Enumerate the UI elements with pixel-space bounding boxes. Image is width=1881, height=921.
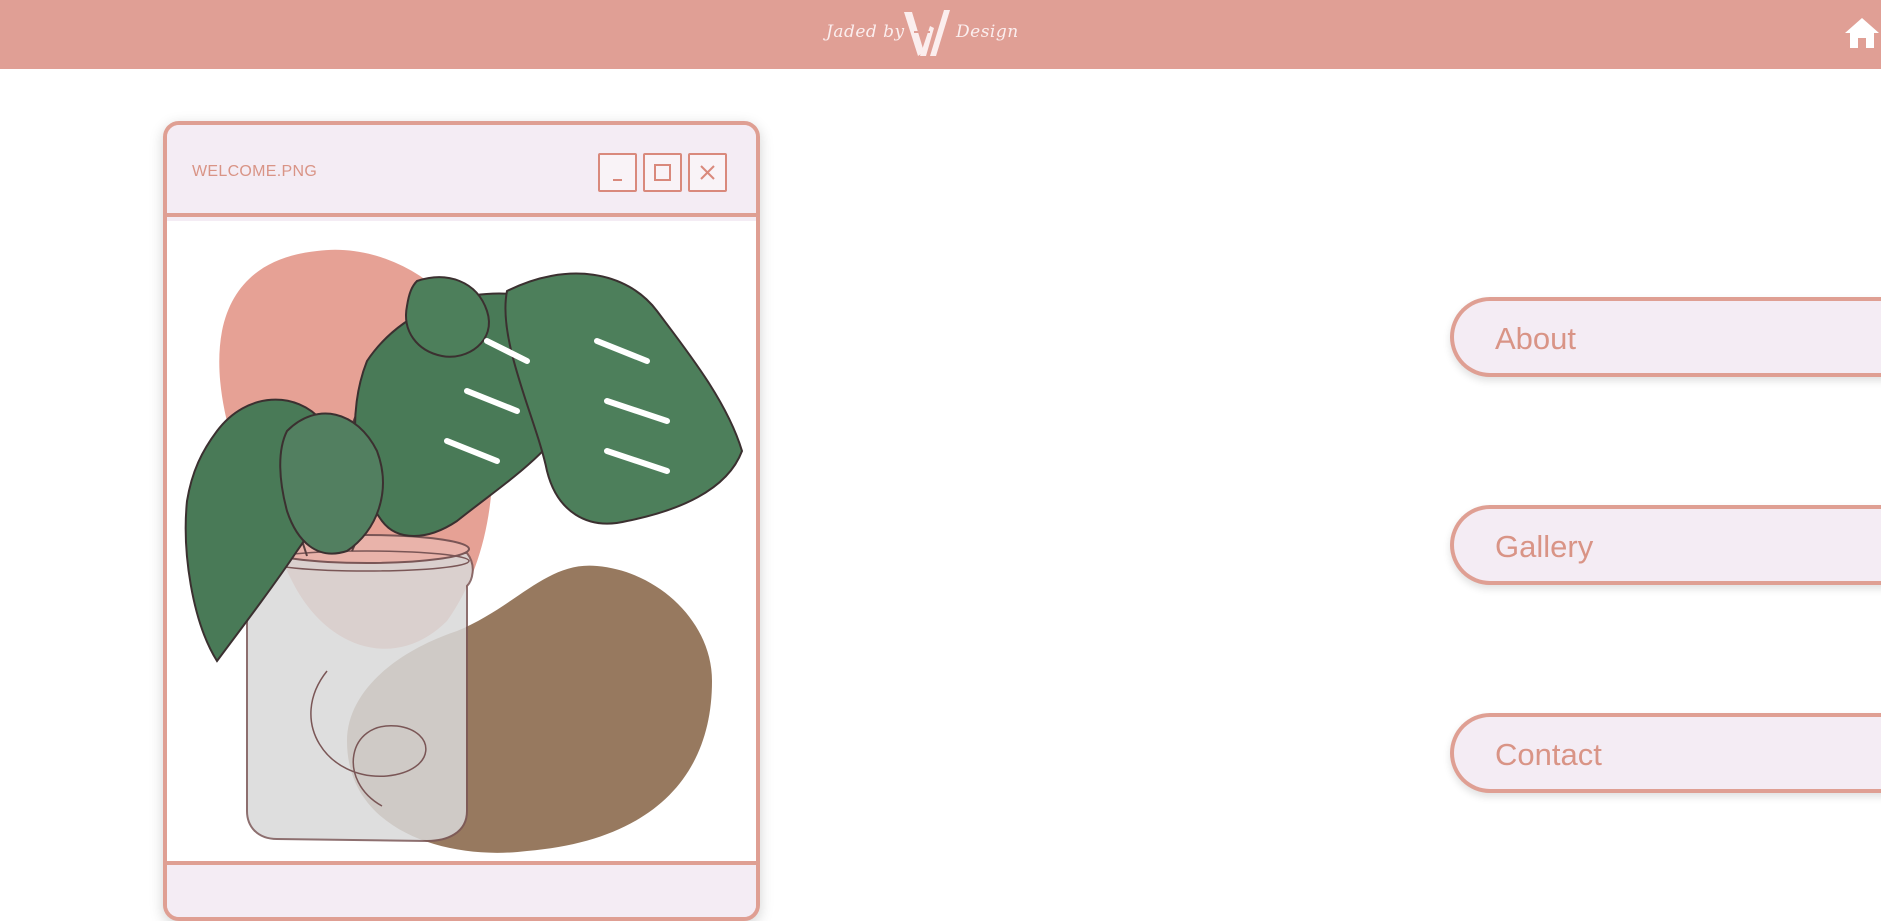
nav-gallery-label: Gallery (1495, 529, 1594, 564)
close-icon (700, 165, 715, 180)
maximize-icon (654, 164, 671, 181)
window-titlebar[interactable]: WELCOME.PNG (167, 125, 756, 217)
window-footer (167, 869, 756, 917)
plant-illustration (184, 249, 744, 853)
nav-about-label: About (1495, 321, 1577, 356)
logo-monogram-icon (904, 10, 950, 56)
window-title: WELCOME.PNG (192, 163, 318, 180)
home-icon[interactable] (1843, 16, 1881, 50)
nav-contact-button[interactable]: Contact (1450, 713, 1881, 793)
maximize-button[interactable] (643, 153, 682, 192)
site-logo[interactable]: Jaded by Design (820, 4, 1020, 64)
close-button[interactable] (688, 153, 727, 192)
minimize-button[interactable] (598, 153, 637, 192)
nav-about-button[interactable]: About (1450, 297, 1881, 377)
top-header: Jaded by Design (0, 0, 1881, 69)
welcome-illustration (167, 221, 756, 865)
nav-gallery-button[interactable]: Gallery (1450, 505, 1881, 585)
logo-text-left: Jaded by (826, 22, 905, 42)
welcome-window: WELCOME.PNG (163, 121, 760, 921)
minimize-icon (613, 179, 622, 181)
nav-contact-label: Contact (1495, 737, 1602, 772)
logo-text-right: Design (956, 22, 1019, 42)
